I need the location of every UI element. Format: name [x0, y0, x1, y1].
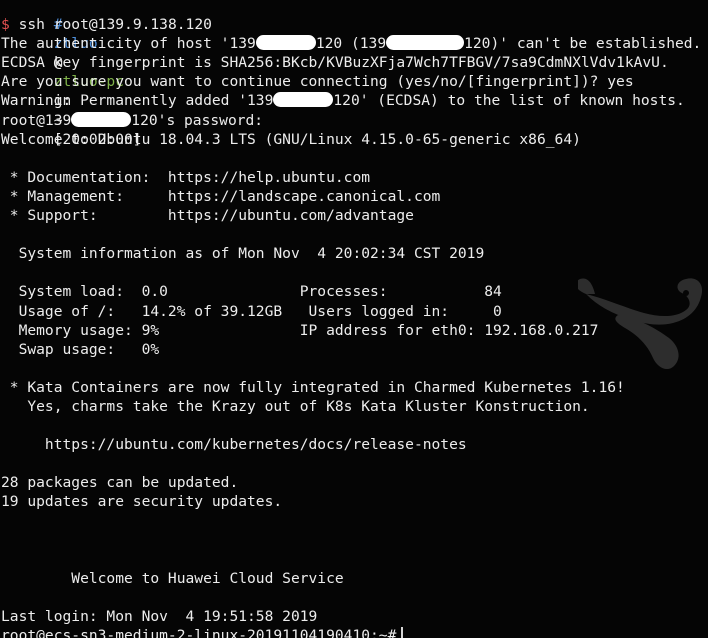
ubuntu-welcome-line: Welcome to Ubuntu 18.04.3 LTS (GNU/Linux… [1, 130, 581, 148]
prompt-line: # ztluo @ ztluo-pc in ~ [20:02:00] [1, 0, 708, 148]
system-stats-line: System load: 0.0 Processes: 84 [1, 283, 502, 301]
known-hosts-suffix: 120' (ECDSA) to the list of known hosts. [333, 92, 685, 110]
system-info-line: System information as of Mon Nov 4 20:02… [1, 245, 485, 263]
support-link-line: * Support: https://ubuntu.com/advantage [1, 207, 414, 225]
redaction-mark [71, 111, 132, 127]
redaction-mark [255, 35, 316, 51]
final-prompt-line[interactable]: root@ecs-sn3-medium-2-linux-201911041904… [1, 626, 708, 638]
documentation-link-line: * Documentation: https://help.ubuntu.com [1, 168, 371, 186]
release-notes-link-line: https://ubuntu.com/kubernetes/docs/relea… [1, 436, 467, 454]
last-login-line: Last login: Mon Nov 4 19:51:58 2019 [1, 608, 318, 625]
password-prompt-line: root@139 120's password: [1, 111, 708, 130]
terminal-output: # ztluo @ ztluo-pc in ~ [20:02:00] $ ssh… [1, 0, 708, 638]
huawei-welcome-line: Welcome to Huawei Cloud Service [1, 569, 344, 587]
ssh-command: ssh root@139.9.138.120 [18, 16, 212, 34]
confirm-connection-line: Are you sure you want to continue connec… [1, 73, 634, 91]
system-stats-line: Memory usage: 9% IP address for eth0: 19… [1, 321, 599, 339]
host-authenticity-prefix: The authenticity of host '139 [1, 35, 256, 53]
terminal-window[interactable]: # ztluo @ ztluo-pc in ~ [20:02:00] $ ssh… [0, 0, 708, 638]
text-cursor-icon [401, 627, 403, 638]
command-dollar: $ [1, 16, 10, 34]
system-stats-line: Swap usage: 0% [1, 340, 160, 358]
known-hosts-prefix: Warning: Permanently added '139 [1, 92, 274, 110]
known-hosts-warning-line: Warning: Permanently added '139 120' (ECD… [1, 91, 708, 110]
management-link-line: * Management: https://landscape.canonica… [1, 187, 441, 205]
security-update-line: 19 updates are security updates. [1, 493, 283, 511]
redaction-mark [386, 35, 465, 51]
redaction-mark [273, 92, 334, 108]
host-authenticity-suffix: 120)' can't be established. [464, 35, 702, 53]
packages-update-line: 28 packages can be updated. [1, 474, 239, 492]
remote-prompt: root@ecs-sn3-medium-2-linux-201911041904… [1, 627, 397, 638]
command-line: $ ssh root@139.9.138.120 [1, 15, 708, 34]
system-stats-line: Usage of /: 14.2% of 39.12GB Users logge… [1, 302, 502, 320]
password-prompt-suffix: 120's password: [131, 111, 264, 129]
kata-notice-line: * Kata Containers are now fully integrat… [1, 378, 625, 396]
fingerprint-line: ECDSA key fingerprint is SHA256:BKcb/KVB… [1, 54, 669, 72]
host-authenticity-middle: 120 (139 [315, 35, 387, 53]
password-prompt-prefix: root@139 [1, 111, 72, 129]
kata-notice-line: Yes, charms take the Krazy out of K8s Ka… [1, 397, 590, 415]
host-authenticity-line: The authenticity of host '139 120 (139 120… [1, 34, 708, 53]
